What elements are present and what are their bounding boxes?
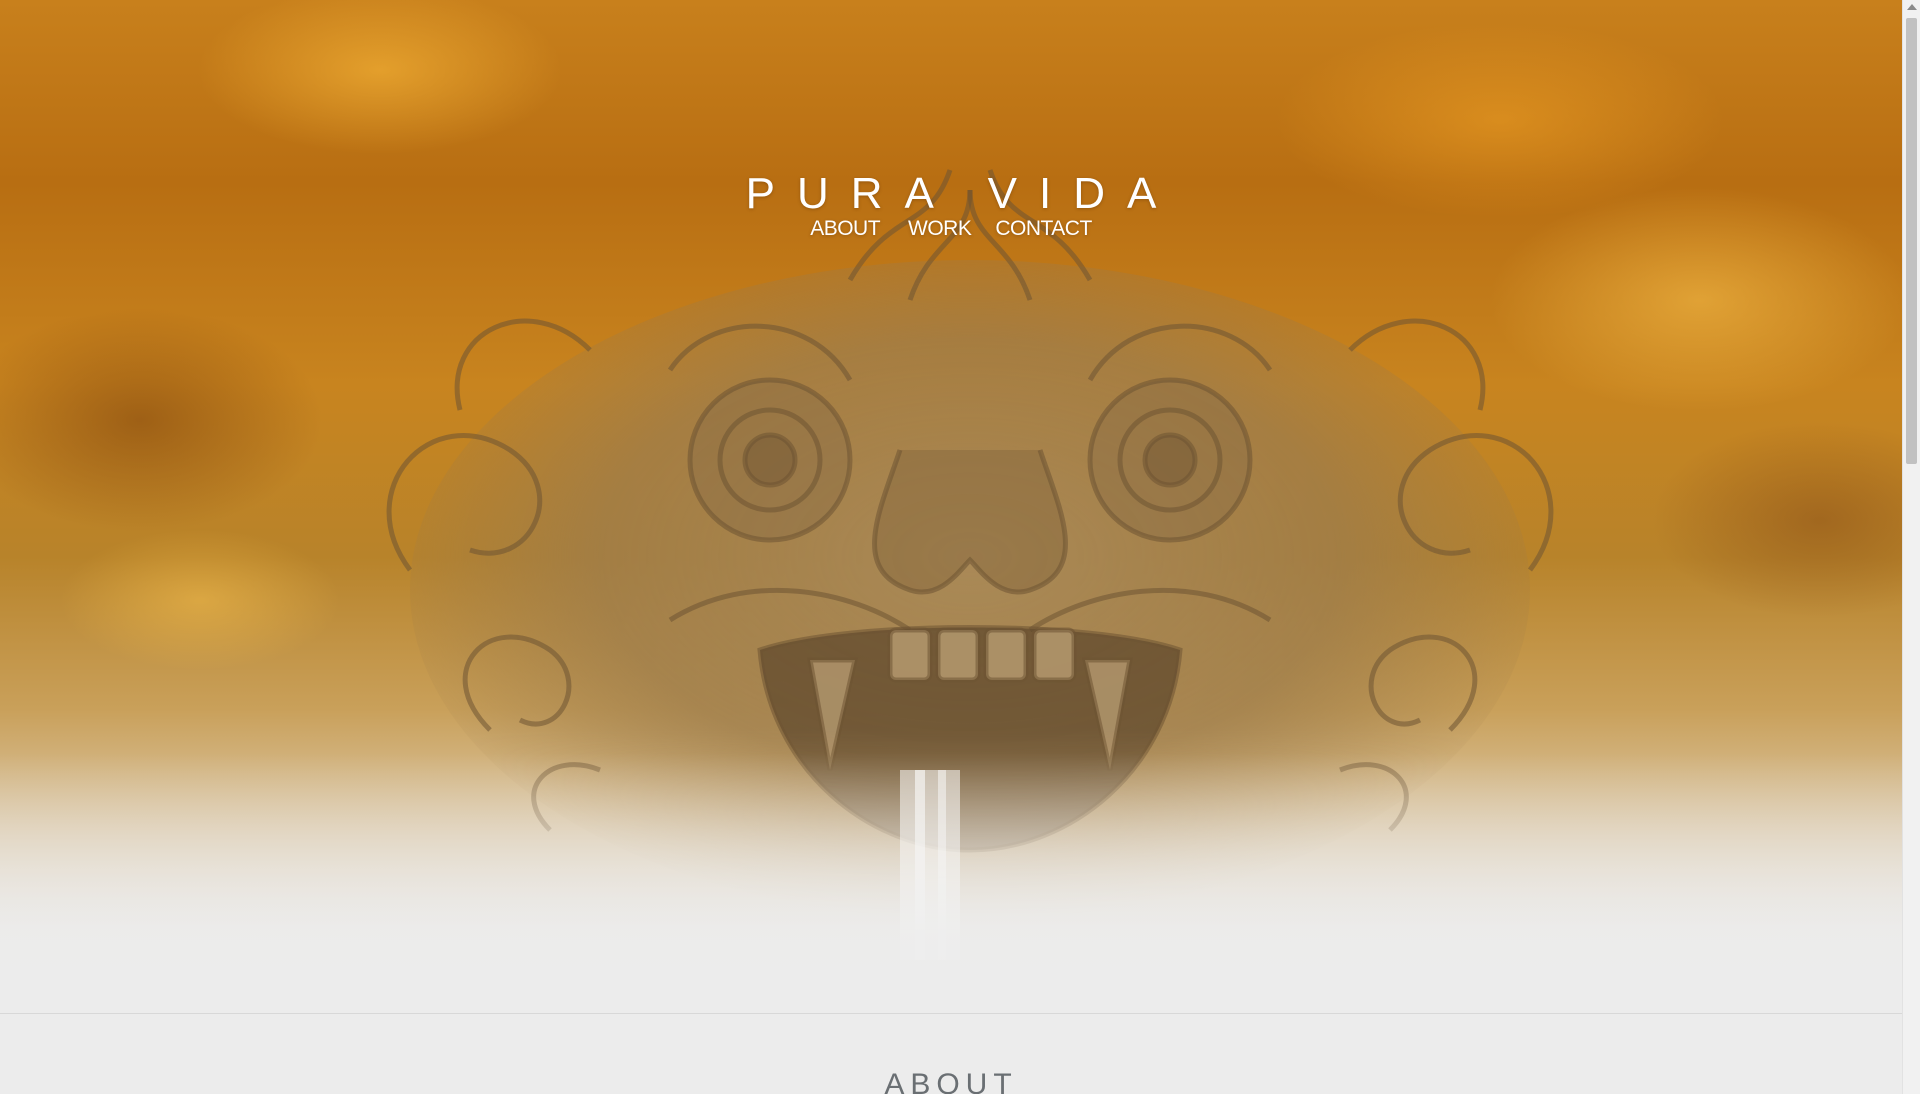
about-section: ABOUT [0,1013,1902,1094]
stone-mask-image [386,169,1554,960]
hero-section: PURA VIDA ABOUT WORK CONTACT [0,0,1902,1013]
site-title: PURA VIDA [745,169,1179,219]
scroll-up-arrow-icon[interactable] [1907,4,1917,10]
nav-link-contact[interactable]: CONTACT [995,215,1092,243]
nav-link-work[interactable]: WORK [908,215,972,243]
scrollbar-thumb[interactable] [1906,18,1917,464]
page: PURA VIDA ABOUT WORK CONTACT ABOUT [0,0,1902,1094]
about-heading: ABOUT [884,1068,1018,1094]
browser-viewport: PURA VIDA ABOUT WORK CONTACT ABOUT [0,0,1920,1094]
main-nav: ABOUT WORK CONTACT [0,215,1902,243]
nav-link-about[interactable]: ABOUT [810,215,880,243]
vertical-scrollbar[interactable] [1902,0,1920,1094]
